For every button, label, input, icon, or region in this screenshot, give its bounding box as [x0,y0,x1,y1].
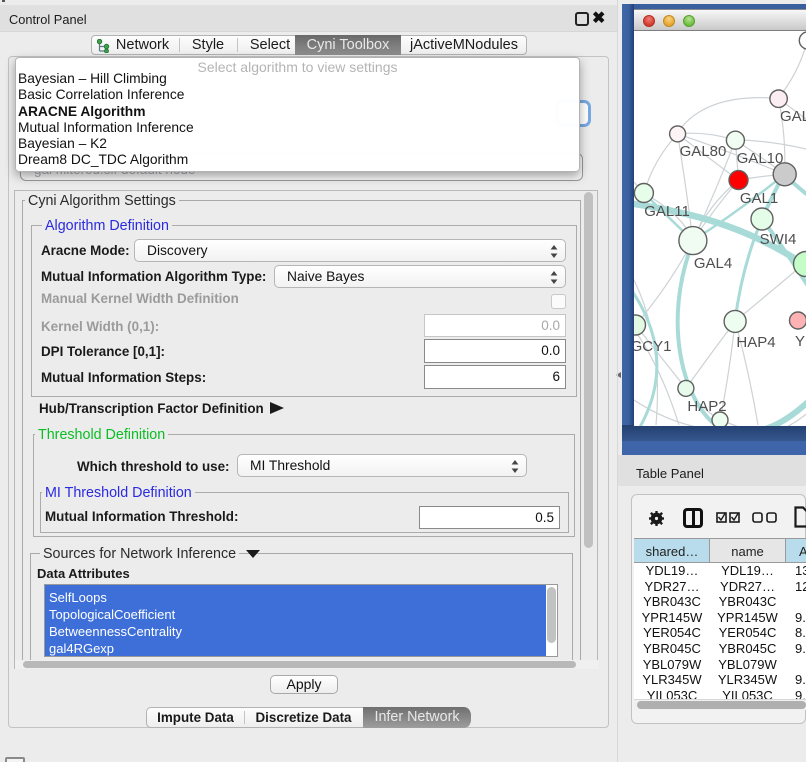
svg-text:HAP2: HAP2 [687,398,726,415]
svg-text:GAL4: GAL4 [694,255,732,272]
svg-text:GAL80: GAL80 [680,143,727,160]
svg-text:GCY1: GCY1 [634,338,671,355]
svg-text:GAL1: GAL1 [740,190,778,207]
svg-text:GAL10: GAL10 [737,150,784,167]
svg-text:Y: Y [795,333,805,350]
svg-text:SWI4: SWI4 [760,231,797,248]
svg-text:GAL11: GAL11 [644,203,690,220]
svg-text:GAL: GAL [780,108,806,125]
svg-text:HAP4: HAP4 [736,334,775,351]
